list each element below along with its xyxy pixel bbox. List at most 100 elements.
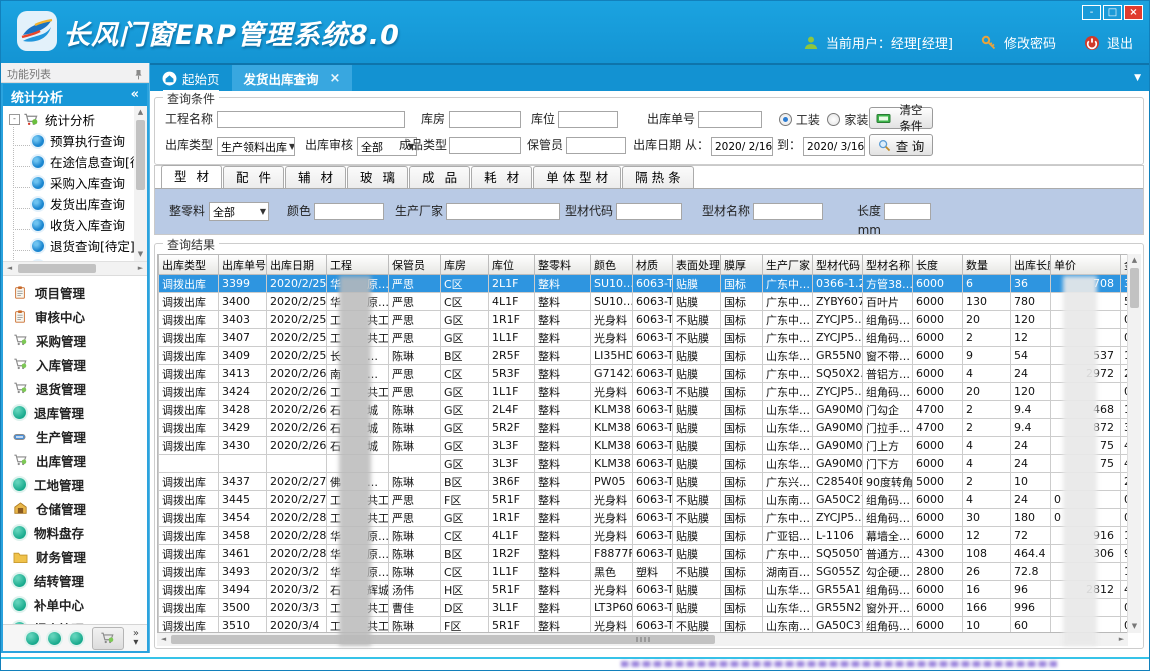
tree-horizontal-scrollbar[interactable]: ◄► xyxy=(3,262,147,276)
table-row[interactable]: 调拨出库34582020/2/28华原…陈琳C区4L1F整料光身料6063-T5… xyxy=(159,527,1129,545)
clear-conditions-button[interactable]: 清空条件 xyxy=(869,107,933,129)
collapse-icon[interactable]: « xyxy=(131,87,139,106)
material-tab-玻璃[interactable]: 玻璃 xyxy=(347,166,408,188)
color-input[interactable] xyxy=(314,203,384,220)
table-row[interactable]: 调拨出库33992020/2/25华原…严思C区2L1F整料SU10…6063-… xyxy=(159,275,1129,293)
column-header[interactable]: 单价 xyxy=(1051,255,1121,275)
sidebar-item-退库管理[interactable]: 退库管理 xyxy=(3,400,147,424)
table-row[interactable]: 调拨出库34132020/2/26南…严思C区5R3F整料G714226063-… xyxy=(159,365,1129,383)
table-row[interactable]: 调拨出库34002020/2/25华原…严思C区4L1F整料SU10…6063-… xyxy=(159,293,1129,311)
table-row[interactable]: 调拨出库34292020/2/26石城陈琳G区5R2F整料KLM38176063… xyxy=(159,419,1129,437)
material-tab-配件[interactable]: 配件 xyxy=(223,166,284,188)
out-type-select[interactable]: 生产领料出库▼ xyxy=(217,137,295,156)
length-input[interactable] xyxy=(884,203,931,220)
column-header[interactable]: 型材代码 xyxy=(813,255,863,275)
radio-jiazhuang[interactable] xyxy=(827,113,840,126)
radio-gongzhuang[interactable] xyxy=(779,113,792,126)
material-tab-隔热条[interactable]: 隔热条 xyxy=(622,166,694,188)
column-header[interactable]: 整零料 xyxy=(535,255,591,275)
column-header[interactable]: 数量 xyxy=(963,255,1011,275)
material-tab-辅材[interactable]: 辅材 xyxy=(285,166,346,188)
sidebar-item-工地管理[interactable]: 工地管理 xyxy=(3,472,147,496)
warehouse-input[interactable] xyxy=(449,111,521,128)
column-header[interactable]: 材质 xyxy=(633,255,673,275)
sidebar-item-补单中心[interactable]: 补单中心 xyxy=(3,592,147,616)
whole-part-select[interactable]: 全部▼ xyxy=(209,202,269,221)
horizontal-scrollbar[interactable]: ◄ ► xyxy=(157,633,1128,646)
table-row[interactable]: 调拨出库35102020/3/4工共工程陈琳F区5R1F整料光身料6063-T5… xyxy=(159,617,1129,634)
column-header[interactable]: 长度 xyxy=(913,255,963,275)
table-row[interactable]: 调拨出库34542020/2/28工共工程严思G区1R1F整料光身料6063-T… xyxy=(159,509,1129,527)
sidebar-item-项目管理[interactable]: 项目管理 xyxy=(3,280,147,304)
sidebar-item-仓储管理[interactable]: 仓储管理 xyxy=(3,496,147,520)
project-name-input[interactable] xyxy=(217,111,405,128)
column-header[interactable]: 库房 xyxy=(441,255,489,275)
material-tab-耗材[interactable]: 耗材 xyxy=(471,166,532,188)
manufacturer-input[interactable] xyxy=(446,203,560,220)
material-tab-单体型材[interactable]: 单体型材 xyxy=(533,166,621,188)
table-row[interactable]: 调拨出库34302020/2/26石城陈琳G区3L3F整料KLM38176063… xyxy=(159,437,1129,455)
column-header[interactable]: 出库日期 xyxy=(267,255,327,275)
date-to-picker[interactable]: 2020/ 3/16▼ xyxy=(803,137,865,156)
tab-home[interactable]: 起始页 xyxy=(150,65,232,91)
change-password-link[interactable]: 修改密码 xyxy=(1004,33,1056,52)
keeper-input[interactable] xyxy=(566,137,626,154)
sidebar-item-报废管理[interactable]: 报废管理 xyxy=(3,616,147,624)
profile-code-input[interactable] xyxy=(616,203,682,220)
sidebar-item-审核中心[interactable]: 审核中心 xyxy=(3,304,147,328)
table-row[interactable]: 调拨出库34242020/2/26工共工程严思G区1L1F整料光身料6063-T… xyxy=(159,383,1129,401)
table-row[interactable]: 调拨出库35002020/3/3工共工程曹佳D区3L1F整料LT3P606063… xyxy=(159,599,1129,617)
sidebar-item-出库管理[interactable]: 出库管理 xyxy=(3,448,147,472)
material-tab-型材[interactable]: 型材 xyxy=(161,165,222,188)
table-row[interactable]: 调拨出库34452020/2/27工共工程严思F区5R1F整料光身料6063-T… xyxy=(159,491,1129,509)
location-input[interactable] xyxy=(558,111,618,128)
date-from-picker[interactable]: 2020/ 2/16▼ xyxy=(711,137,773,156)
vertical-scrollbar[interactable]: ▲ ▼ xyxy=(1127,254,1141,633)
column-header[interactable]: 生产厂家 xyxy=(763,255,813,275)
sidebar-item-入库管理[interactable]: 入库管理 xyxy=(3,352,147,376)
sidebar-item-财务管理[interactable]: 财务管理 xyxy=(3,544,147,568)
tab-shipping-query[interactable]: 发货出库查询 × xyxy=(232,65,353,91)
table-row[interactable]: 调拨出库34372020/2/27佛…陈琳B区3R6F整料PW056063-T5… xyxy=(159,473,1129,491)
column-header[interactable]: 颜色 xyxy=(591,255,633,275)
logout-link[interactable]: 退出 xyxy=(1107,33,1133,52)
nav-circle-icon[interactable] xyxy=(48,632,61,645)
column-header[interactable]: 表面处理 xyxy=(673,255,721,275)
material-tab-成品[interactable]: 成品 xyxy=(409,166,470,188)
overflow-chevron[interactable]: »▾ xyxy=(133,629,139,647)
table-row[interactable]: 调拨出库34032020/2/25工共工程严思G区1R1F整料光身料6063-T… xyxy=(159,311,1129,329)
tree-vertical-scrollbar[interactable]: ▲▼ xyxy=(134,106,147,261)
table-row[interactable]: 调拨出库34092020/2/25长…陈琳B区2R5F整料LI35HD6063-… xyxy=(159,347,1129,365)
tab-close-icon[interactable]: × xyxy=(330,71,341,86)
sidebar-item-采购管理[interactable]: 采购管理 xyxy=(3,328,147,352)
maximize-button[interactable]: □ xyxy=(1103,5,1122,20)
minimize-button[interactable]: - xyxy=(1082,5,1101,20)
sidebar-item-退货管理[interactable]: 退货管理 xyxy=(3,376,147,400)
column-header[interactable]: 保管员 xyxy=(389,255,441,275)
column-header[interactable]: 出库单号 xyxy=(219,255,267,275)
table-row[interactable]: 调拨出库34942020/3/2石辉城汤伟H区5R1F整料光身料6063-T5贴… xyxy=(159,581,1129,599)
column-header[interactable]: 膜厚 xyxy=(721,255,763,275)
column-header[interactable]: 工程 xyxy=(327,255,389,275)
sidebar-item-结转管理[interactable]: 结转管理 xyxy=(3,568,147,592)
column-header[interactable]: 库位 xyxy=(489,255,535,275)
search-button[interactable]: 查 询 xyxy=(869,134,933,156)
table-row[interactable]: G区3L3F整料KLM38176063-T5贴膜国标山东华…GA90M09.门下… xyxy=(159,455,1129,473)
product-type-input[interactable] xyxy=(449,137,521,154)
table-row[interactable]: 调拨出库34612020/2/28华原…陈琳B区1R2F整料F8877FT606… xyxy=(159,545,1129,563)
column-header[interactable]: 出库类型 xyxy=(159,255,219,275)
column-header[interactable]: 型材名称 xyxy=(863,255,913,275)
nav-cart-button[interactable] xyxy=(92,627,124,650)
table-row[interactable]: 调拨出库34932020/3/2华原…陈琳C区1L1F整料黑色塑料不贴膜国标湖南… xyxy=(159,563,1129,581)
column-header[interactable]: 出库长度 xyxy=(1011,255,1051,275)
nav-circle-icon[interactable] xyxy=(26,632,39,645)
profile-name-input[interactable] xyxy=(753,203,823,220)
table-row[interactable]: 调拨出库34282020/2/26石城陈琳G区2L4F整料KLM38176063… xyxy=(159,401,1129,419)
tree-collapse-box[interactable]: - xyxy=(9,114,20,125)
close-button[interactable]: × xyxy=(1124,5,1143,20)
sidebar-item-生产管理[interactable]: 生产管理 xyxy=(3,424,147,448)
nav-circle-icon[interactable] xyxy=(70,632,83,645)
sidebar-item-物料盘存[interactable]: 物料盘存 xyxy=(3,520,147,544)
tab-list-caret-icon[interactable]: ▼ xyxy=(1134,73,1141,83)
order-no-input[interactable] xyxy=(698,111,762,128)
